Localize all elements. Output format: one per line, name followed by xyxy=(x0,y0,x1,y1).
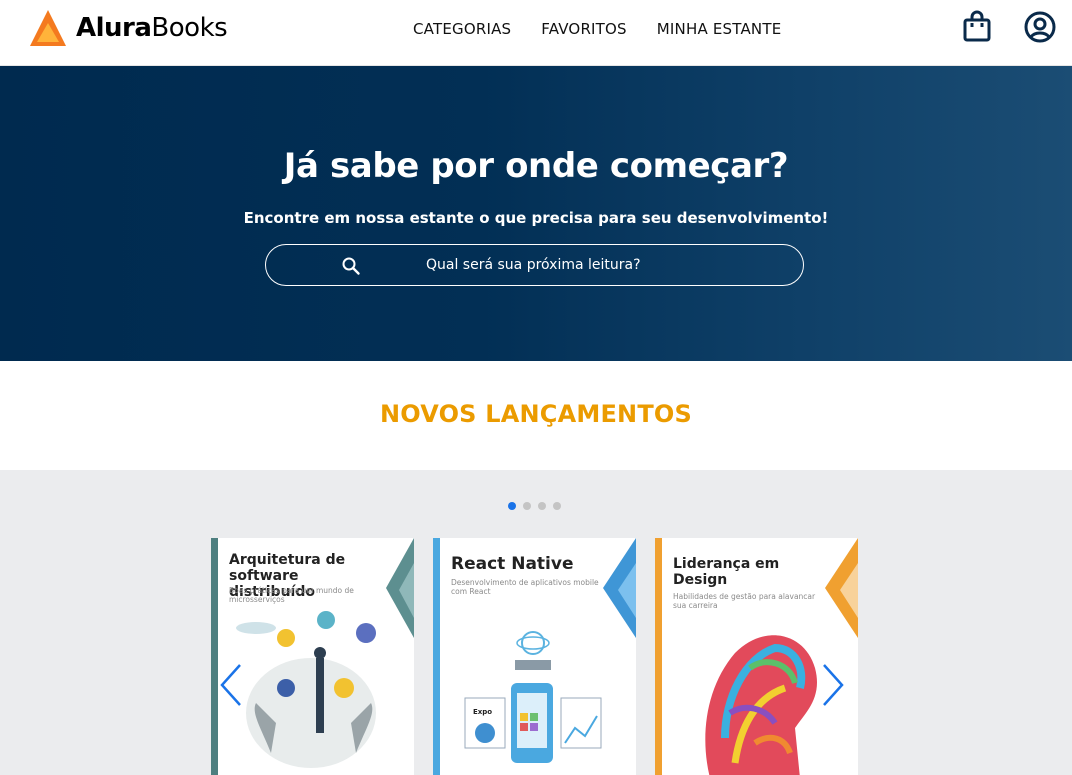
main-nav: CATEGORIAS FAVORITOS MINHA ESTANTE xyxy=(413,19,781,39)
book-subtitle: Habilidades de gestão para alavancar sua… xyxy=(673,592,816,610)
book-card-react-native[interactable]: React Native Desenvolvimento de aplicati… xyxy=(433,538,636,775)
book-card-arquitetura[interactable]: Arquitetura de software distribuído Boas… xyxy=(211,538,414,775)
book-spine-stripe xyxy=(211,538,218,775)
book-spine-stripe xyxy=(655,538,662,775)
nav-favoritos[interactable]: FAVORITOS xyxy=(541,19,627,39)
triangle-logo-icon xyxy=(30,10,66,46)
book-title: React Native xyxy=(451,554,574,574)
carousel-dot-3[interactable] xyxy=(538,502,546,510)
carousel-dot-2[interactable] xyxy=(523,502,531,510)
expo-label: Expo xyxy=(473,708,493,716)
section-title-novos-lancamentos: NOVOS LANÇAMENTOS xyxy=(379,400,692,428)
book-subtitle: Boas práticas para um mundo de microsser… xyxy=(229,586,354,604)
user-circle-icon[interactable] xyxy=(1023,10,1057,44)
chevron-left-icon xyxy=(220,664,241,706)
chevron-right-icon xyxy=(823,664,844,706)
search-bar[interactable] xyxy=(265,244,804,286)
search-input[interactable] xyxy=(376,245,776,285)
book-subtitle: Desenvolvimento de aplicativos mobile co… xyxy=(451,578,599,596)
book-carousel: Arquitetura de software distribuído Boas… xyxy=(0,470,1072,775)
nav-minha-estante[interactable]: MINHA ESTANTE xyxy=(657,19,782,39)
site-header: AluraBooks CATEGORIAS FAVORITOS MINHA ES… xyxy=(0,0,1072,66)
hero-banner: Já sabe por onde começar? Encontre em no… xyxy=(0,66,1072,361)
carousel-dots xyxy=(508,502,561,510)
shopping-bag-icon[interactable] xyxy=(960,10,994,44)
search-icon[interactable] xyxy=(341,256,361,276)
carousel-dot-1[interactable] xyxy=(508,502,516,510)
alurabooks-logo[interactable]: AluraBooks xyxy=(28,8,228,48)
logo-text: AluraBooks xyxy=(76,13,228,43)
carousel-dot-4[interactable] xyxy=(553,502,561,510)
hero-title: Já sabe por onde começar? xyxy=(283,146,789,186)
nav-categorias[interactable]: CATEGORIAS xyxy=(413,19,511,39)
carousel-next-button[interactable] xyxy=(820,662,846,708)
book-card-lideranca-design[interactable]: Liderança em Design Habilidades de gestã… xyxy=(655,538,858,775)
book-title: Liderança em Design xyxy=(673,556,780,588)
book-spine-stripe xyxy=(433,538,440,775)
hero-subtitle: Encontre em nossa estante o que precisa … xyxy=(243,209,829,227)
carousel-prev-button[interactable] xyxy=(218,662,244,708)
